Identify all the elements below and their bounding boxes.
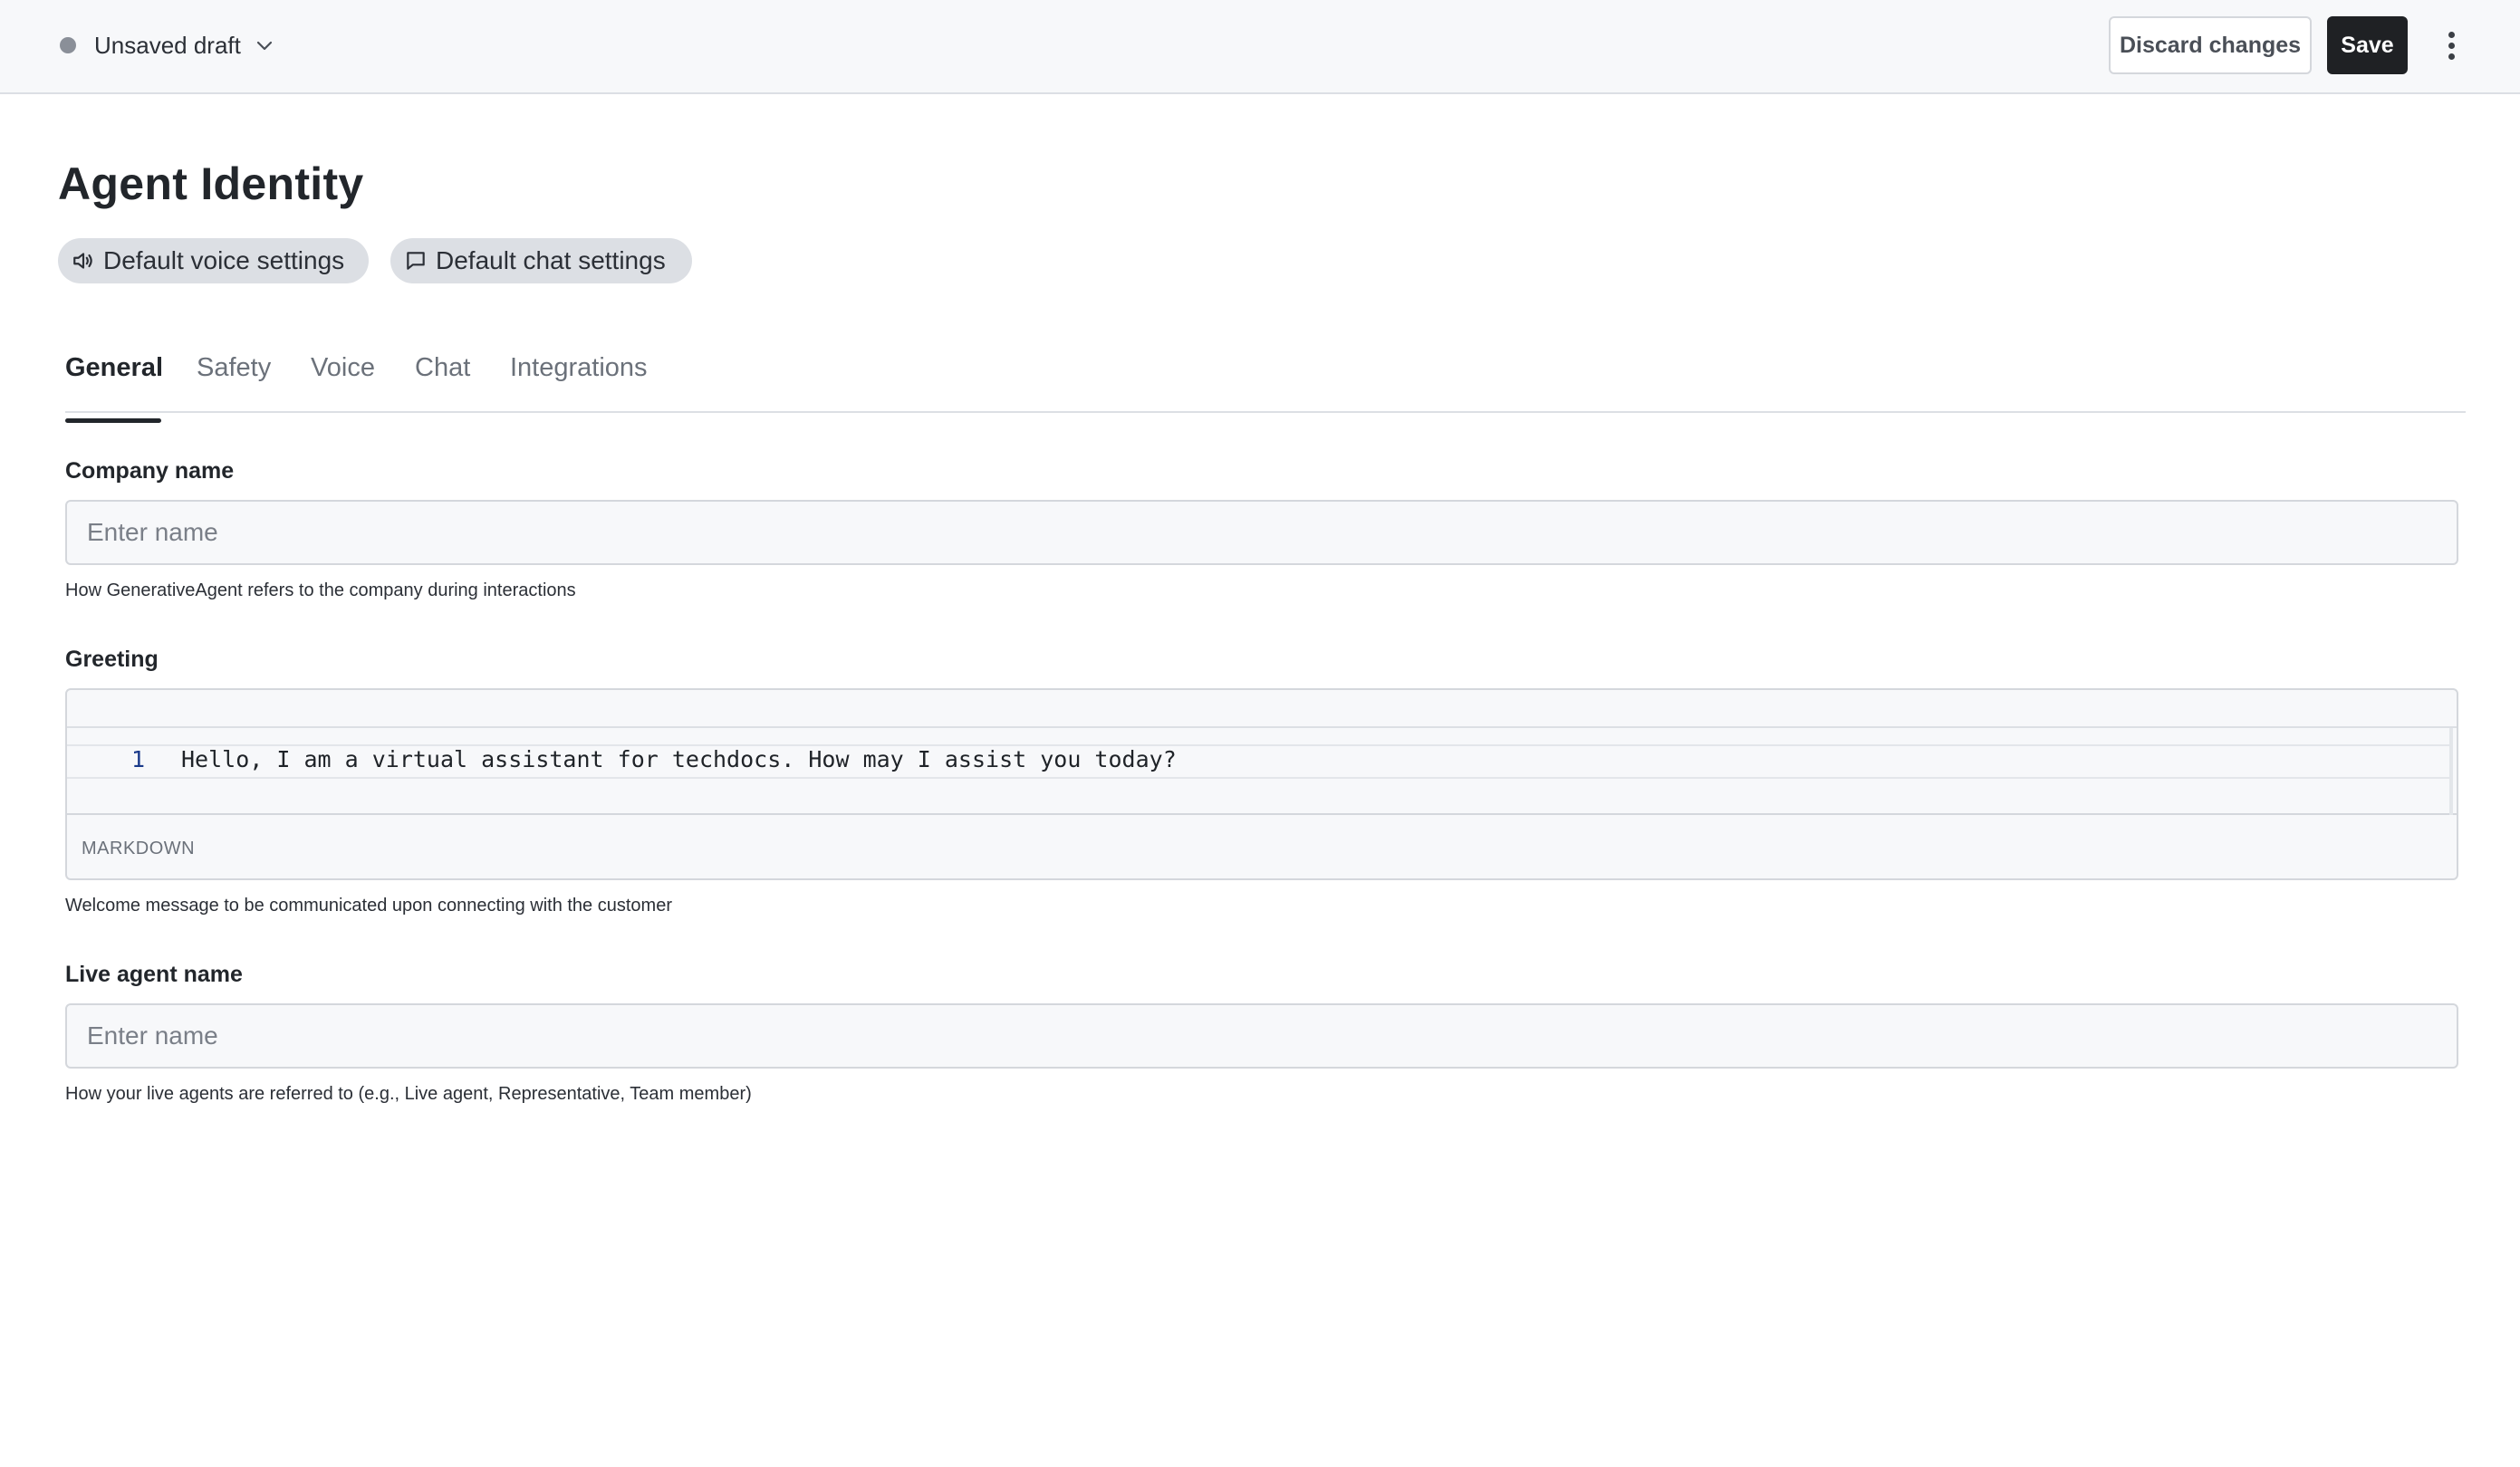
company-name-helper: How GenerativeAgent refers to the compan… — [65, 580, 576, 600]
settings-tabs: General Safety Voice Chat Integrations — [65, 344, 2466, 423]
tab-integrations[interactable]: Integrations — [510, 353, 648, 411]
line-number: 1 — [130, 746, 145, 772]
tab-voice[interactable]: Voice — [311, 353, 375, 411]
tab-chat[interactable]: Chat — [415, 353, 470, 411]
tab-safety-label: Safety — [197, 353, 272, 382]
default-chat-settings-label: Default chat settings — [436, 246, 666, 274]
draft-status-dropdown[interactable]: Unsaved draft — [60, 27, 279, 63]
editor-scrollbar[interactable] — [2449, 728, 2453, 815]
default-voice-settings-label: Default voice settings — [103, 246, 345, 274]
tab-integrations-label: Integrations — [510, 353, 648, 382]
tab-voice-label: Voice — [311, 353, 375, 382]
top-bar: Unsaved draft Discard changes Save — [0, 0, 2520, 94]
greeting-helper: Welcome message to be communicated upon … — [65, 896, 672, 916]
greeting-label: Greeting — [65, 647, 159, 672]
editor-mode-label: MARKDOWN — [82, 839, 196, 858]
default-chat-settings-button[interactable]: Default chat settings — [390, 238, 692, 283]
live-agent-name-label: Live agent name — [65, 962, 243, 987]
editor-toolbar — [67, 690, 2457, 728]
tab-general[interactable]: General — [65, 353, 163, 423]
status-dot-icon — [60, 37, 76, 53]
save-button[interactable]: Save — [2327, 16, 2408, 74]
draft-status-label: Unsaved draft — [94, 31, 241, 59]
more-options-icon[interactable] — [2433, 24, 2469, 67]
discard-changes-button[interactable]: Discard changes — [2109, 16, 2312, 74]
live-agent-name-input[interactable] — [65, 1003, 2458, 1069]
greeting-text[interactable]: Hello, I am a virtual assistant for tech… — [181, 746, 1177, 772]
page-title: Agent Identity — [58, 158, 364, 209]
greeting-editor[interactable]: 1 Hello, I am a virtual assistant for te… — [65, 688, 2458, 880]
active-tab-indicator — [65, 418, 161, 423]
company-name-label: Company name — [65, 458, 235, 484]
default-voice-settings-button[interactable]: Default voice settings — [58, 238, 369, 283]
tab-chat-label: Chat — [415, 353, 471, 382]
chevron-down-icon — [254, 33, 279, 58]
live-agent-name-helper: How your live agents are referred to (e.… — [65, 1084, 752, 1104]
tab-general-label: General — [65, 353, 163, 382]
speaker-icon — [71, 248, 96, 273]
editor-body[interactable]: 1 Hello, I am a virtual assistant for te… — [67, 728, 2457, 815]
tab-safety[interactable]: Safety — [197, 353, 271, 411]
company-name-input[interactable] — [65, 500, 2458, 565]
chat-bubble-icon — [403, 248, 428, 273]
